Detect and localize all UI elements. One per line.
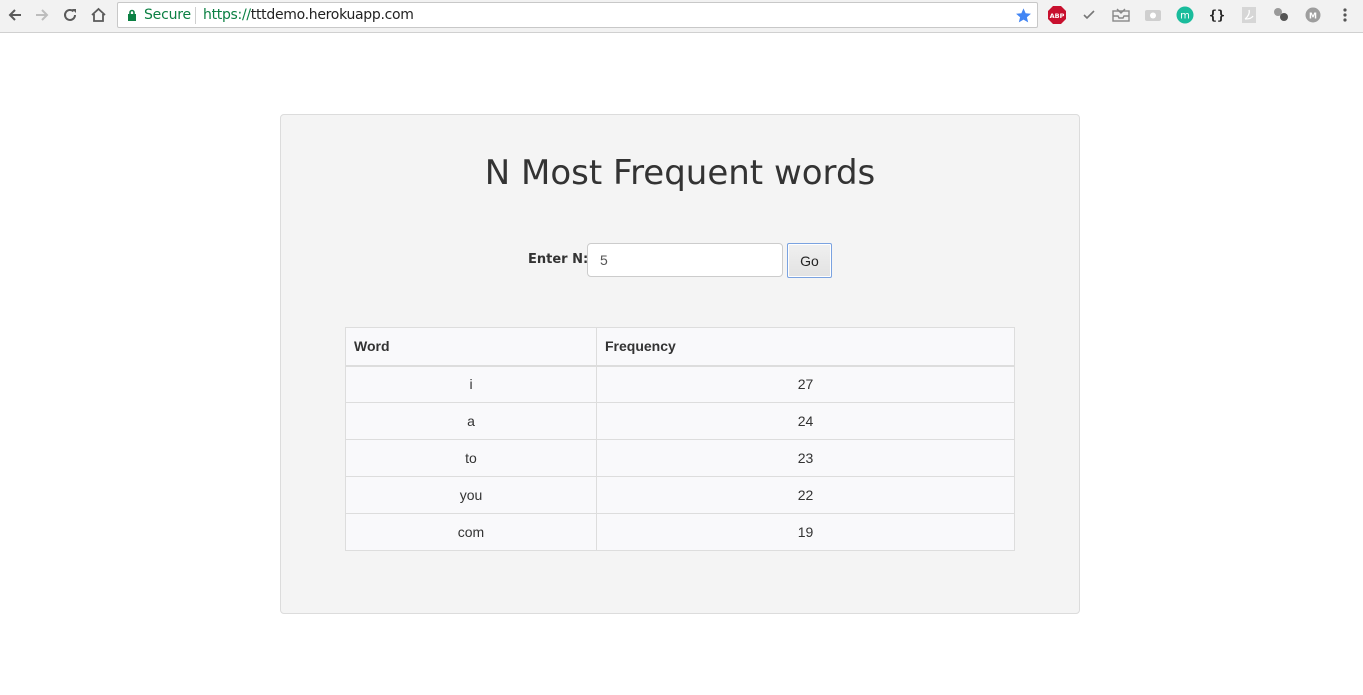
checkmark-icon[interactable]	[1080, 6, 1098, 24]
n-input[interactable]	[587, 243, 783, 277]
word-cell: a	[345, 402, 597, 440]
table-row: you 22	[345, 476, 1015, 514]
url-scheme: https://	[203, 7, 251, 23]
reload-icon	[64, 8, 76, 21]
svg-text:m: m	[1180, 11, 1190, 22]
word-cell: i	[345, 365, 597, 403]
table-row: com 19	[345, 513, 1015, 551]
table-row: a 24	[345, 402, 1015, 440]
word-cell: com	[345, 513, 597, 551]
url-text[interactable]: https://tttdemo.herokuapp.com	[203, 7, 414, 23]
home-button[interactable]	[86, 4, 110, 26]
enter-n-label: Enter N:	[528, 252, 589, 267]
frequency-cell: 23	[596, 439, 1015, 477]
word-cell: to	[345, 439, 597, 477]
m-extension-icon[interactable]: m	[1176, 6, 1194, 24]
adblock-icon[interactable]: ABP	[1048, 6, 1066, 24]
browser-toolbar: Secure https://tttdemo.herokuapp.com ABP…	[0, 0, 1363, 33]
pdf-icon[interactable]	[1240, 6, 1258, 24]
go-button[interactable]: Go	[787, 243, 832, 278]
forward-button[interactable]	[30, 4, 54, 26]
url-host: tttdemo.herokuapp.com	[250, 7, 414, 23]
word-cell: you	[345, 476, 597, 514]
camera-icon[interactable]	[1144, 6, 1162, 24]
home-icon	[90, 7, 106, 22]
table-row: to 23	[345, 439, 1015, 477]
reload-button[interactable]	[58, 4, 82, 26]
svg-text:ABP: ABP	[1050, 12, 1065, 20]
main-card: N Most Frequent words Enter N: Go Word F…	[280, 114, 1080, 614]
bookmark-star-icon[interactable]	[1015, 7, 1032, 24]
frequency-cell: 22	[596, 476, 1015, 514]
address-separator	[195, 7, 196, 24]
frequency-table: Word Frequency i 27 a 24 to 23 you 22 co	[345, 327, 1015, 551]
page-title: N Most Frequent words	[484, 153, 876, 193]
address-bar[interactable]: Secure https://tttdemo.herokuapp.com	[117, 2, 1038, 28]
gears-icon[interactable]	[1272, 6, 1290, 24]
back-button[interactable]	[3, 4, 27, 26]
svg-text:{}: {}	[1209, 7, 1225, 23]
back-arrow-icon	[8, 9, 21, 21]
inbox-icon[interactable]	[1112, 6, 1130, 24]
frequency-column-header: Frequency	[596, 327, 1015, 367]
profile-icon[interactable]: M	[1304, 6, 1322, 24]
word-column-header: Word	[345, 327, 597, 367]
table-header-row: Word Frequency	[345, 327, 1015, 367]
menu-kebab-icon[interactable]	[1336, 6, 1354, 24]
frequency-cell: 24	[596, 402, 1015, 440]
lock-icon	[128, 9, 136, 21]
frequency-cell: 19	[596, 513, 1015, 551]
json-icon[interactable]: {}	[1208, 6, 1226, 24]
forward-arrow-icon	[36, 9, 49, 21]
table-row: i 27	[345, 365, 1015, 403]
secure-label: Secure	[144, 7, 191, 23]
frequency-cell: 27	[596, 365, 1015, 403]
svg-text:M: M	[1309, 12, 1317, 21]
